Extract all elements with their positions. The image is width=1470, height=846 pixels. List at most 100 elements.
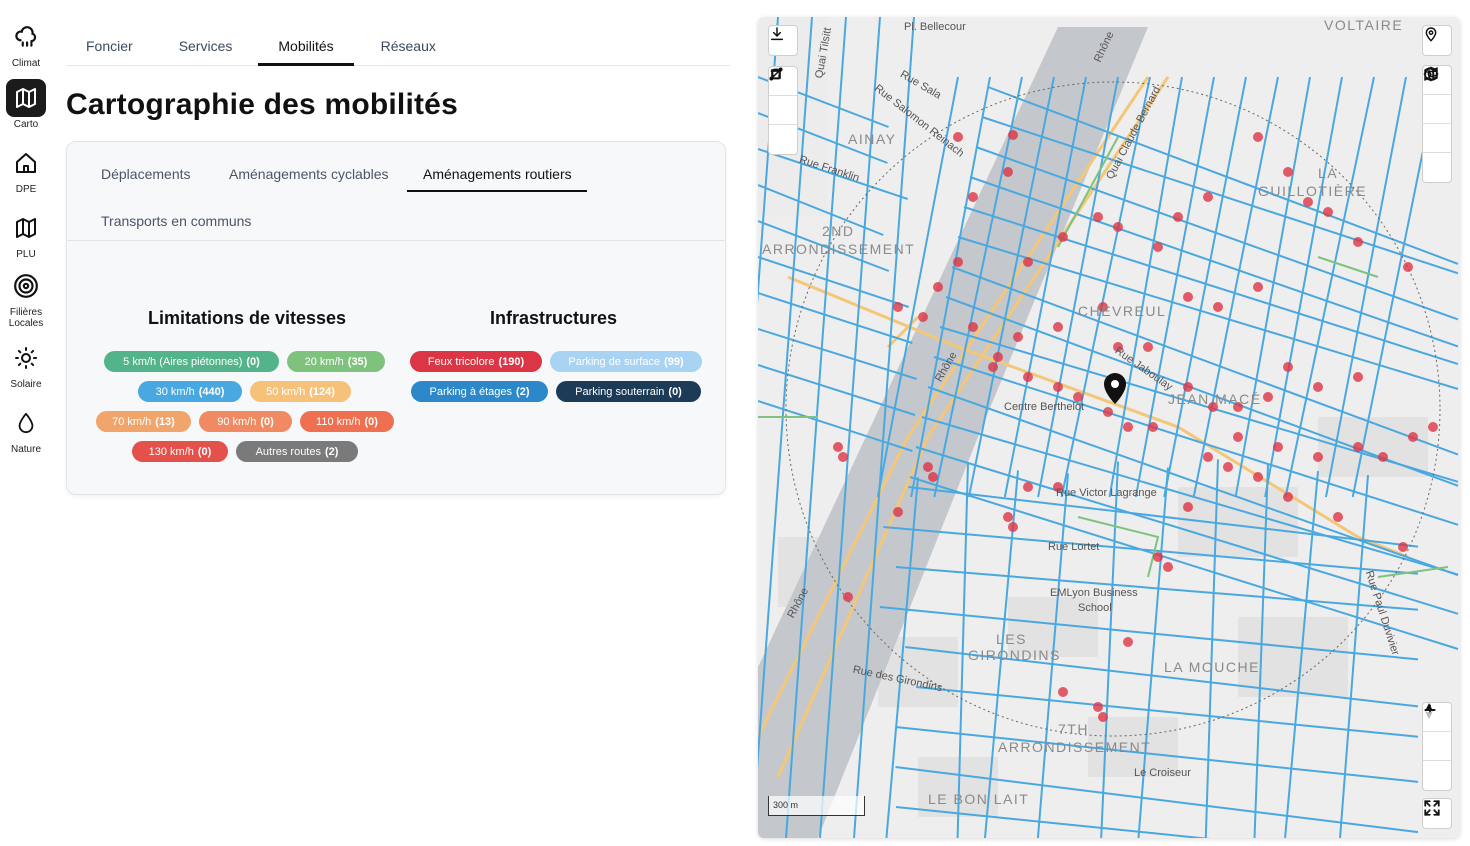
draw-polygon-icon[interactable]	[769, 69, 797, 125]
map-icon[interactable]	[1423, 67, 1451, 124]
traffic-light-marker[interactable]	[1058, 687, 1068, 697]
traffic-light-marker[interactable]	[1123, 637, 1133, 647]
traffic-light-marker[interactable]	[1313, 382, 1323, 392]
speed-pill-20[interactable]: 20 km/h (35)	[287, 351, 385, 372]
traffic-light-marker[interactable]	[1353, 372, 1363, 382]
traffic-light-marker[interactable]	[1153, 552, 1163, 562]
speed-pill-50[interactable]: 50 km/h (124)	[250, 381, 351, 402]
tab-reseaux[interactable]: Réseaux	[354, 28, 463, 66]
traffic-light-marker[interactable]	[953, 257, 963, 267]
traffic-light-marker[interactable]	[1098, 712, 1108, 722]
traffic-light-marker[interactable]	[1153, 242, 1163, 252]
speed-pill-autres[interactable]: Autres routes (2)	[236, 441, 358, 462]
rail-item-carto[interactable]: Carto	[4, 79, 48, 130]
circle-icon[interactable]	[1423, 67, 1451, 182]
infra-pill-parking-souterrain[interactable]: Parking souterrain (0)	[556, 381, 701, 402]
trash-icon[interactable]	[769, 68, 797, 154]
traffic-light-marker[interactable]	[1023, 482, 1033, 492]
rail-item-plu[interactable]: PLU	[4, 209, 48, 260]
traffic-light-marker[interactable]	[1428, 422, 1438, 432]
traffic-light-marker[interactable]	[918, 312, 928, 322]
traffic-light-marker[interactable]	[1058, 232, 1068, 242]
traffic-light-marker[interactable]	[893, 507, 903, 517]
traffic-light-marker[interactable]	[1283, 362, 1293, 372]
traffic-light-marker[interactable]	[1003, 512, 1013, 522]
traffic-light-marker[interactable]	[1173, 212, 1183, 222]
traffic-light-marker[interactable]	[893, 302, 903, 312]
traffic-light-marker[interactable]	[1223, 462, 1233, 472]
speed-pill-5[interactable]: 5 km/h (Aires piétonnes) (0)	[104, 351, 279, 372]
traffic-light-marker[interactable]	[1253, 282, 1263, 292]
tab-services[interactable]: Services	[153, 28, 259, 66]
speed-pill-130[interactable]: 130 km/h (0)	[132, 441, 228, 462]
traffic-light-marker[interactable]	[1163, 562, 1173, 572]
traffic-light-marker[interactable]	[993, 352, 1003, 362]
location-pin-icon[interactable]	[1423, 26, 1451, 55]
infra-pill-parking-etages[interactable]: Parking à étages (2)	[411, 381, 548, 402]
traffic-light-marker[interactable]	[1378, 452, 1388, 462]
rail-item-nature[interactable]: Nature	[4, 404, 48, 455]
traffic-light-marker[interactable]	[1003, 167, 1013, 177]
compass-icon[interactable]	[1423, 703, 1451, 790]
traffic-light-marker[interactable]	[1203, 452, 1213, 462]
download-icon[interactable]	[769, 26, 797, 55]
rail-item-dpe[interactable]: DPE	[4, 144, 48, 195]
traffic-light-marker[interactable]	[1113, 222, 1123, 232]
traffic-light-marker[interactable]	[1333, 512, 1343, 522]
speed-pill-110[interactable]: 110 km/h (0)	[300, 411, 394, 432]
traffic-light-marker[interactable]	[1408, 432, 1418, 442]
traffic-light-marker[interactable]	[923, 462, 933, 472]
rail-item-solaire[interactable]: Solaire	[4, 339, 48, 390]
traffic-light-marker[interactable]	[1353, 442, 1363, 452]
traffic-light-marker[interactable]	[1263, 392, 1273, 402]
tab-foncier[interactable]: Foncier	[66, 28, 153, 66]
traffic-light-marker[interactable]	[1283, 167, 1293, 177]
traffic-light-marker[interactable]	[968, 192, 978, 202]
traffic-light-marker[interactable]	[1103, 407, 1113, 417]
traffic-light-marker[interactable]	[838, 452, 848, 462]
speed-pill-70[interactable]: 70 km/h (13)	[96, 411, 191, 432]
traffic-light-marker[interactable]	[1203, 192, 1213, 202]
traffic-light-marker[interactable]	[1213, 302, 1223, 312]
fullscreen-icon[interactable]	[1423, 799, 1451, 828]
traffic-light-marker[interactable]	[1353, 237, 1363, 247]
traffic-light-marker[interactable]	[1013, 332, 1023, 342]
traffic-light-marker[interactable]	[1403, 262, 1413, 272]
map-view[interactable]: Pl. Bellecour VOLTAIRE AINAY 2ND ARRONDI…	[758, 17, 1460, 838]
traffic-light-marker[interactable]	[1023, 257, 1033, 267]
traffic-light-marker[interactable]	[1148, 422, 1158, 432]
traffic-light-marker[interactable]	[1023, 372, 1033, 382]
traffic-light-marker[interactable]	[1253, 132, 1263, 142]
traffic-light-marker[interactable]	[1183, 292, 1193, 302]
subtab-amenagements-cyclables[interactable]: Aménagements cyclables	[229, 166, 389, 190]
traffic-light-marker[interactable]	[1313, 452, 1323, 462]
traffic-light-marker[interactable]	[1273, 442, 1283, 452]
rail-item-climat[interactable]: Climat	[4, 18, 48, 69]
traffic-light-marker[interactable]	[933, 282, 943, 292]
zoom-out-icon[interactable]	[1423, 709, 1451, 761]
subtab-amenagements-routiers[interactable]: Aménagements routiers	[407, 166, 587, 192]
traffic-light-marker[interactable]	[1093, 702, 1103, 712]
subtab-transports-en-communs[interactable]: Transports en communs	[101, 213, 251, 237]
rail-item-filieres[interactable]: Filières Locales	[4, 267, 48, 329]
traffic-light-marker[interactable]	[1253, 472, 1263, 482]
traffic-light-marker[interactable]	[1233, 432, 1243, 442]
traffic-light-marker[interactable]	[1183, 502, 1193, 512]
infra-pill-feux[interactable]: Feux tricolore (190)	[410, 351, 542, 372]
traffic-light-marker[interactable]	[1283, 492, 1293, 502]
speed-pill-30[interactable]: 30 km/h (440)	[138, 381, 242, 402]
traffic-light-marker[interactable]	[1398, 542, 1408, 552]
traffic-light-marker[interactable]	[833, 442, 843, 452]
traffic-light-marker[interactable]	[928, 472, 938, 482]
traffic-light-marker[interactable]	[1008, 130, 1018, 140]
globe-icon[interactable]	[1423, 67, 1451, 153]
traffic-light-marker[interactable]	[843, 592, 853, 602]
traffic-light-marker[interactable]	[1053, 382, 1063, 392]
speed-pill-90[interactable]: 90 km/h (0)	[199, 411, 292, 432]
tab-mobilites[interactable]: Mobilités	[258, 28, 354, 66]
traffic-light-marker[interactable]	[1123, 422, 1133, 432]
infra-pill-parking-surface[interactable]: Parking de surface (99)	[550, 351, 702, 372]
traffic-light-marker[interactable]	[968, 322, 978, 332]
traffic-light-marker[interactable]	[1093, 212, 1103, 222]
traffic-light-marker[interactable]	[1143, 342, 1153, 352]
